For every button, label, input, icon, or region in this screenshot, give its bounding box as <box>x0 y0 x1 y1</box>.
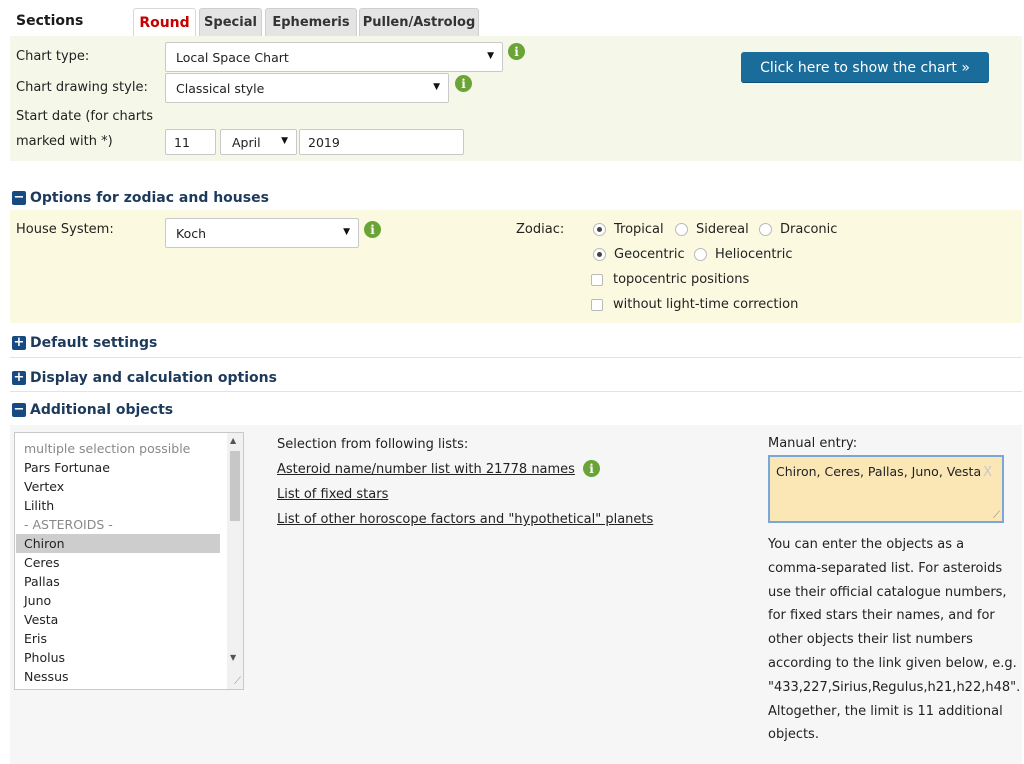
month-select[interactable]: April ▼ <box>220 129 297 155</box>
radio-sidereal[interactable]: Sidereal <box>675 222 749 237</box>
radio-sidereal-label: Sidereal <box>696 222 749 237</box>
list-item[interactable]: Vesta <box>16 610 220 629</box>
display-options-section-header[interactable]: + Display and calculation options <box>12 365 1022 391</box>
plus-square-icon: + <box>12 335 26 350</box>
radio-draconic[interactable]: Draconic <box>759 222 837 237</box>
checkbox-light-time[interactable]: without light-time correction <box>591 297 798 312</box>
list-item[interactable]: Pallas <box>16 572 220 591</box>
tab-special[interactable]: Special <box>199 8 262 36</box>
chevron-down-icon: ▼ <box>433 82 440 92</box>
checkbox <box>591 298 603 311</box>
start-date-label-line1: Start date (for charts <box>16 109 153 124</box>
radio-heliocentric[interactable]: Heliocentric <box>694 247 793 262</box>
page: Sections Round Special Ephemeris Pullen/… <box>0 0 1024 764</box>
zodiac-houses-section-title: Options for zodiac and houses <box>30 190 269 206</box>
list-item[interactable]: Ceres <box>16 553 220 572</box>
list-item[interactable]: Vertex <box>16 477 220 496</box>
info-icon[interactable]: i <box>364 221 381 238</box>
divider <box>10 391 1022 392</box>
resize-handle-icon[interactable]: ⟋ <box>234 676 241 687</box>
chevron-down-icon: ▼ <box>343 227 350 237</box>
additional-objects-title: Additional objects <box>30 402 174 418</box>
list-item[interactable]: Pars Fortunae <box>16 458 220 477</box>
minus-square-icon: − <box>12 402 26 417</box>
chart-type-value: Local Space Chart <box>176 49 289 65</box>
list-item[interactable]: Lilith <box>16 496 220 515</box>
radio-button <box>593 248 606 261</box>
checkbox-topocentric[interactable]: topocentric positions <box>591 272 749 287</box>
resize-handle-icon[interactable]: ⟋ <box>993 510 1000 521</box>
additional-objects-section-header[interactable]: − Additional objects <box>12 397 1022 423</box>
info-icon[interactable]: i <box>508 43 525 60</box>
manual-entry-value: Chiron, Ceres, Pallas, Juno, Vesta <box>776 464 982 479</box>
house-system-select[interactable]: Koch ▼ <box>165 218 359 248</box>
list-item: multiple selection possible <box>24 441 191 456</box>
radio-heliocentric-label: Heliocentric <box>715 247 793 262</box>
list-item[interactable]: Pholus <box>16 648 220 667</box>
radio-geocentric-label: Geocentric <box>614 247 685 262</box>
drawing-style-value: Classical style <box>176 80 265 96</box>
radio-tropical[interactable]: Tropical <box>593 222 664 237</box>
list-item[interactable]: Nessus <box>16 667 220 686</box>
divider <box>10 357 1022 358</box>
list-item[interactable]: Juno <box>16 591 220 610</box>
house-system-label: House System: <box>16 222 114 237</box>
chart-type-label: Chart type: <box>16 49 90 64</box>
info-icon[interactable]: i <box>455 75 472 92</box>
checkbox <box>591 273 603 286</box>
manual-entry-help-text: You can enter the objects as a comma-sep… <box>768 537 1021 743</box>
zodiac-houses-section-header[interactable]: − Options for zodiac and houses <box>12 185 1022 211</box>
start-date-label-line2: marked with *) <box>16 134 113 149</box>
plus-square-icon: + <box>12 370 26 385</box>
radio-tropical-label: Tropical <box>614 222 664 237</box>
tab-ephemeris[interactable]: Ephemeris <box>265 8 357 36</box>
other-factors-link[interactable]: List of other horoscope factors and "hyp… <box>277 512 653 527</box>
fixed-stars-link[interactable]: List of fixed stars <box>277 487 388 502</box>
objects-list: multiple selection possible Pars Fortuna… <box>16 439 220 686</box>
list-item-selected[interactable]: Chiron <box>16 534 220 553</box>
year-input[interactable]: 2019 <box>299 129 464 155</box>
sections-label: Sections <box>16 13 84 29</box>
radio-button <box>694 248 707 261</box>
tab-pullen-astrolog[interactable]: Pullen/Astrolog <box>359 8 479 36</box>
drawing-style-label: Chart drawing style: <box>16 80 148 95</box>
selection-lists-label: Selection from following lists: <box>277 437 469 452</box>
radio-button <box>593 223 606 236</box>
radio-button <box>759 223 772 236</box>
month-value: April <box>232 134 261 150</box>
list-item[interactable]: Eris <box>16 629 220 648</box>
close-icon[interactable]: X <box>983 465 992 480</box>
sections-tab-bar: Sections Round Special Ephemeris Pullen/… <box>0 0 1024 36</box>
objects-listbox[interactable]: multiple selection possible Pars Fortuna… <box>14 432 244 690</box>
zodiac-label: Zodiac: <box>516 222 565 237</box>
show-chart-button[interactable]: Click here to show the chart » <box>741 52 989 83</box>
tab-round[interactable]: Round <box>133 8 196 36</box>
display-options-title: Display and calculation options <box>30 370 277 386</box>
day-input[interactable]: 11 <box>165 129 216 155</box>
default-settings-section-header[interactable]: + Default settings <box>12 330 1022 356</box>
listbox-scrollbar[interactable]: ▲ ▼ <box>227 433 243 689</box>
drawing-style-select[interactable]: Classical style ▼ <box>165 73 449 103</box>
default-settings-title: Default settings <box>30 335 158 351</box>
chart-type-select[interactable]: Local Space Chart ▼ <box>165 42 503 72</box>
scroll-up-icon[interactable]: ▲ <box>230 436 236 445</box>
list-item: - ASTEROIDS - <box>24 517 113 532</box>
chevron-down-icon: ▼ <box>487 51 494 61</box>
house-system-value: Koch <box>176 225 207 241</box>
info-icon[interactable]: i <box>583 460 600 477</box>
scrollbar-thumb[interactable] <box>230 451 240 521</box>
asteroid-list-link[interactable]: Asteroid name/number list with 21778 nam… <box>277 462 575 477</box>
chevron-down-icon: ▼ <box>281 136 288 146</box>
radio-button <box>675 223 688 236</box>
manual-entry-label: Manual entry: <box>768 436 858 451</box>
checkbox-light-time-label: without light-time correction <box>613 297 799 312</box>
checkbox-topocentric-label: topocentric positions <box>613 272 750 287</box>
minus-square-icon: − <box>12 190 26 205</box>
manual-entry-textarea[interactable]: Chiron, Ceres, Pallas, Juno, Vesta X ⟋ <box>768 455 1004 523</box>
scroll-down-icon[interactable]: ▼ <box>230 653 236 662</box>
radio-draconic-label: Draconic <box>780 222 838 237</box>
radio-geocentric[interactable]: Geocentric <box>593 247 685 262</box>
